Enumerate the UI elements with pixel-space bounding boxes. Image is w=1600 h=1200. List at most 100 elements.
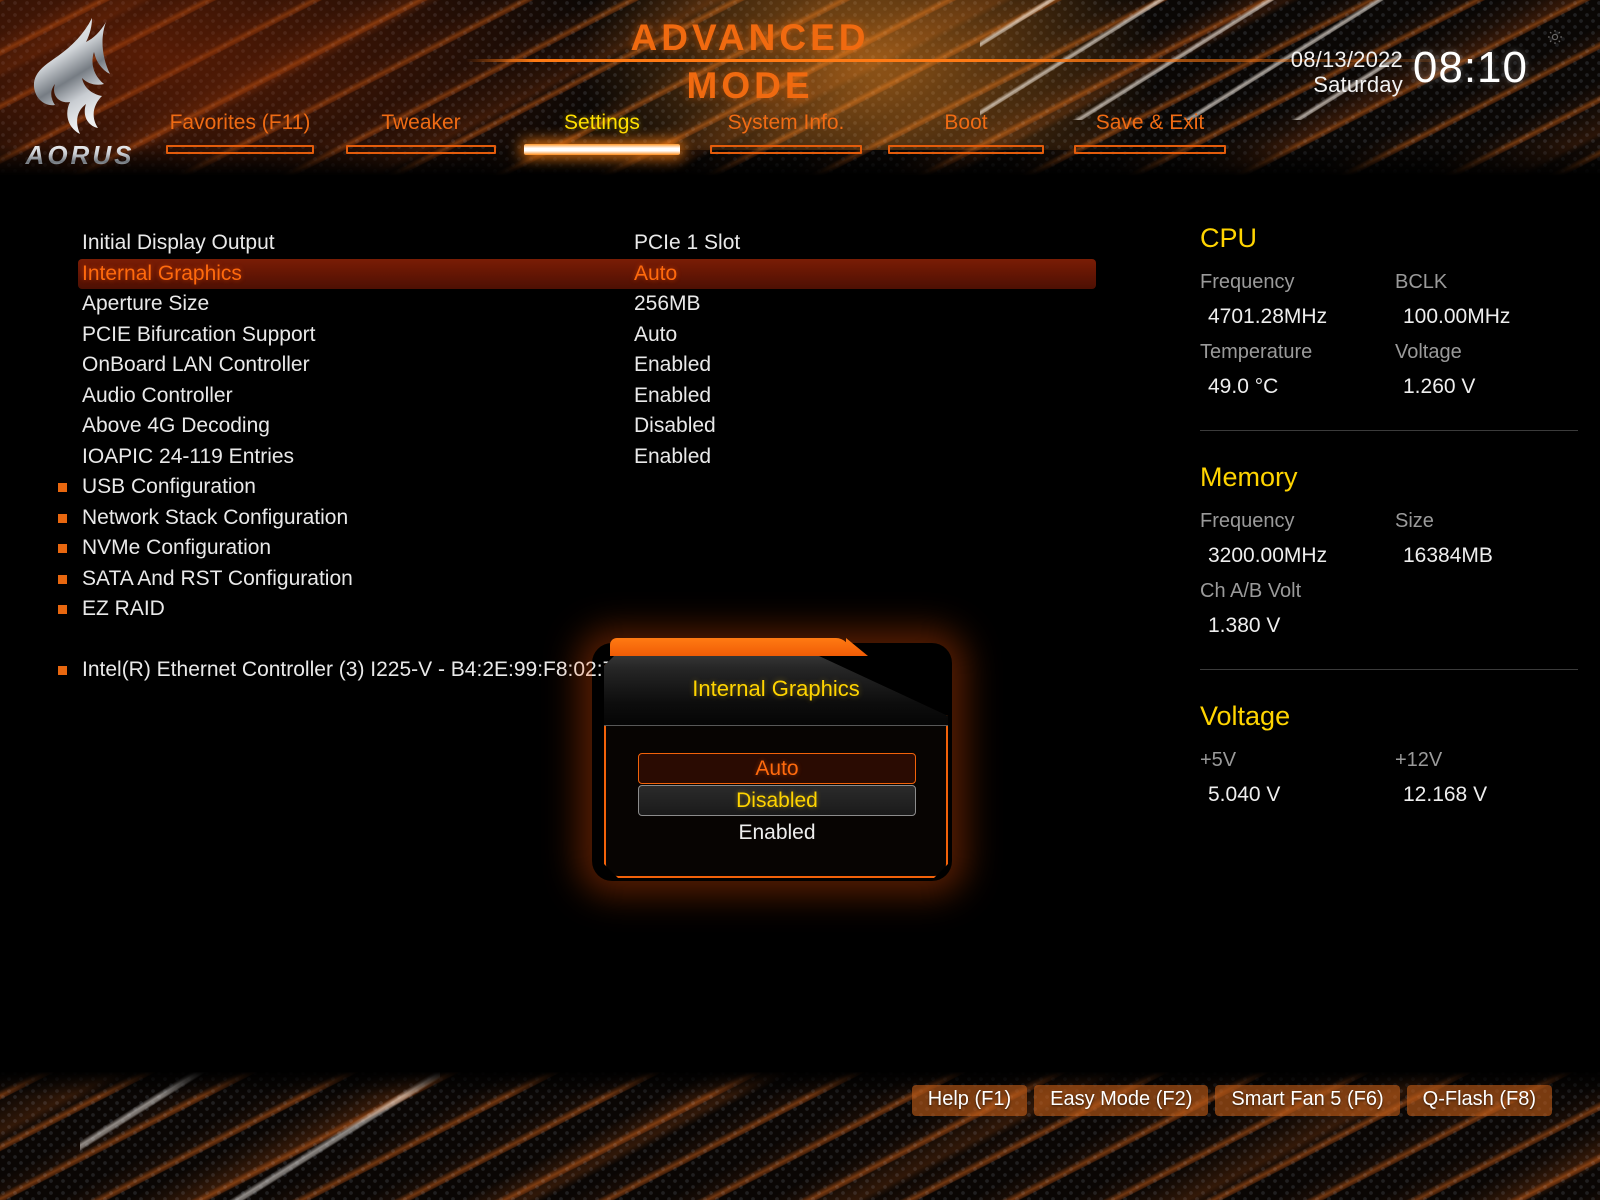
sysinfo-value: 100.00MHz <box>1403 305 1511 328</box>
setting-value[interactable]: Enabled <box>634 350 711 380</box>
nav-tab-boot[interactable]: Boot <box>882 108 1050 158</box>
sysinfo-key: Size <box>1395 510 1434 532</box>
fkey-smart-fan-5-f6[interactable]: Smart Fan 5 (F6) <box>1215 1085 1400 1116</box>
nav-tab-settings[interactable]: Settings <box>518 108 686 158</box>
setting-label: Audio Controller <box>82 383 233 407</box>
setting-value[interactable]: Auto <box>634 259 677 289</box>
fkey-help-f1[interactable]: Help (F1) <box>911 1085 1028 1116</box>
sysinfo-section-title: Memory <box>1200 462 1298 492</box>
main-content: Initial Display Output PCIe 1 Slot Interna… <box>0 180 1600 1193</box>
sysinfo-section-title: Voltage <box>1200 701 1291 731</box>
sysinfo-value: 1.380 V <box>1208 614 1281 637</box>
setting-label: Above 4G Decoding <box>82 414 270 437</box>
header-banner: AORUS ADVANCED MODE 08/13/2022 Saturday … <box>0 0 1600 180</box>
settings-submenu-row[interactable]: EZ RAID <box>0 594 1140 625</box>
settings-submenu-row[interactable]: NVMe Configuration <box>0 533 1140 564</box>
nav-tab-label: System Info. <box>727 111 845 134</box>
sysinfo-value: 3200.00MHz <box>1208 544 1328 567</box>
setting-value[interactable]: Enabled <box>634 381 711 411</box>
settings-option-row[interactable]: Initial Display Output PCIe 1 Slot <box>0 228 1140 259</box>
sysinfo-value <box>1395 609 1590 643</box>
sysinfo-value: 1.260 V <box>1403 375 1476 398</box>
sysinfo-grid: +5V +12V 5.040 V 12.168 V <box>1200 744 1590 812</box>
sysinfo-value: 12.168 V <box>1403 783 1488 806</box>
nav-tab-indicator <box>346 145 496 154</box>
setting-label: Aperture Size <box>82 292 210 315</box>
dialog-option-list: Auto Disabled Enabled <box>638 753 916 849</box>
settings-submenu-row[interactable]: SATA And RST Configuration <box>0 564 1140 595</box>
submenu-bullet-icon <box>58 513 67 523</box>
nav-tab-indicator <box>888 145 1044 154</box>
setting-label: Internal Graphics <box>82 261 242 285</box>
setting-label: USB Configuration <box>82 475 256 498</box>
function-key-bar: Help (F1) Easy Mode (F2) Smart Fan 5 (F6) Q… <box>911 1085 1552 1116</box>
main-nav: Favorites (F11) Tweaker Settings System Inf… <box>0 108 1600 164</box>
setting-value[interactable]: Auto <box>634 320 677 350</box>
setting-label: PCIE Bifurcation Support <box>82 322 316 346</box>
nav-tab-tweaker[interactable]: Tweaker <box>340 108 502 158</box>
system-info-panel: CPU Frequency BCLK 4701.28MHz 100.00MHz Tempe… <box>1200 222 1590 812</box>
dialog-option-auto[interactable]: Auto <box>638 753 916 784</box>
internal-graphics-dialog[interactable]: Internal Graphics Auto Disabled Enabled <box>592 635 964 885</box>
setting-label: Intel(R) Ethernet Controller (3) I225-V … <box>82 658 626 681</box>
sysinfo-key: +12V <box>1395 749 1443 771</box>
sysinfo-key: Frequency <box>1200 271 1295 293</box>
time-text: 08:10 <box>1412 43 1528 92</box>
gear-icon[interactable] <box>1546 28 1564 46</box>
nav-tab-indicator <box>524 144 680 155</box>
weekday-text: Saturday <box>1313 72 1403 97</box>
setting-value[interactable]: Disabled <box>634 411 716 441</box>
settings-option-row[interactable]: Above 4G Decoding Disabled <box>0 411 1140 442</box>
submenu-bullet-icon <box>58 483 67 492</box>
sysinfo-value: 5.040 V <box>1208 783 1281 806</box>
submenu-bullet-icon <box>58 666 67 675</box>
settings-option-row[interactable]: OnBoard LAN Controller Enabled <box>0 350 1140 381</box>
settings-submenu-row[interactable]: Intel(R) Ethernet Controller (3) I225-V … <box>0 655 1140 686</box>
settings-submenu-row[interactable]: USB Configuration <box>0 472 1140 503</box>
sysinfo-key: Ch A/B Volt <box>1200 580 1302 602</box>
nav-tab-label: Tweaker <box>381 111 461 134</box>
submenu-bullet-icon <box>58 544 67 553</box>
sysinfo-value: 4701.28MHz <box>1208 305 1328 328</box>
setting-value[interactable]: 256MB <box>634 289 701 319</box>
dialog-option-enabled[interactable]: Enabled <box>638 817 916 848</box>
setting-label: EZ RAID <box>82 597 165 620</box>
setting-label: NVMe Configuration <box>82 536 272 559</box>
sysinfo-key: Temperature <box>1200 341 1313 363</box>
nav-tab-save-exit[interactable]: Save & Exit <box>1068 108 1232 158</box>
setting-value[interactable]: Enabled <box>634 442 711 472</box>
setting-label: Initial Display Output <box>82 231 275 254</box>
sysinfo-value: 16384MB <box>1403 544 1493 567</box>
settings-submenu-row[interactable]: Network Stack Configuration <box>0 503 1140 534</box>
settings-option-row[interactable]: Internal Graphics Auto <box>78 258 1096 289</box>
nav-tab-indicator <box>166 145 314 154</box>
sysinfo-grid: Frequency BCLK 4701.28MHz 100.00MHz Temperat… <box>1200 266 1590 404</box>
settings-option-row[interactable]: IOAPIC 24-119 Entries Enabled <box>0 442 1140 473</box>
nav-tab-indicator <box>1074 145 1226 154</box>
setting-label: SATA And RST Configuration <box>82 566 353 590</box>
nav-tab-favorites-f11[interactable]: Favorites (F11) <box>160 108 320 158</box>
setting-label: Network Stack Configuration <box>82 505 349 529</box>
setting-label: IOAPIC 24-119 Entries <box>82 444 295 468</box>
settings-option-row[interactable]: Audio Controller Enabled <box>0 381 1140 412</box>
settings-option-row[interactable]: PCIE Bifurcation Support Auto <box>0 320 1140 351</box>
sysinfo-key: Frequency <box>1200 510 1295 532</box>
sysinfo-key <box>1395 575 1590 607</box>
sysinfo-grid: Frequency Size 3200.00MHz 16384MB Ch A/B Vol… <box>1200 505 1590 643</box>
sysinfo-gap <box>1200 431 1590 461</box>
fkey-easy-mode-f2[interactable]: Easy Mode (F2) <box>1034 1085 1209 1116</box>
settings-option-row[interactable]: Aperture Size 256MB <box>0 289 1140 320</box>
sysinfo-section-title: CPU <box>1200 223 1258 253</box>
date-text: 08/13/2022 <box>1290 47 1403 72</box>
sysinfo-value: 49.0 °C <box>1208 375 1279 398</box>
setting-value[interactable]: PCIe 1 Slot <box>634 228 740 258</box>
nav-tab-label: Boot <box>944 111 988 134</box>
settings-list: Initial Display Output PCIe 1 Slot Interna… <box>0 228 1140 686</box>
dialog-title: Internal Graphics <box>692 676 860 701</box>
dialog-option-disabled[interactable]: Disabled <box>638 785 916 816</box>
clock-widget: 08/13/2022 Saturday 08:10 <box>1291 42 1528 97</box>
nav-tab-system-info[interactable]: System Info. <box>704 108 868 158</box>
fkey-q-flash-f8[interactable]: Q-Flash (F8) <box>1406 1085 1552 1116</box>
sysinfo-gap <box>1200 670 1590 700</box>
